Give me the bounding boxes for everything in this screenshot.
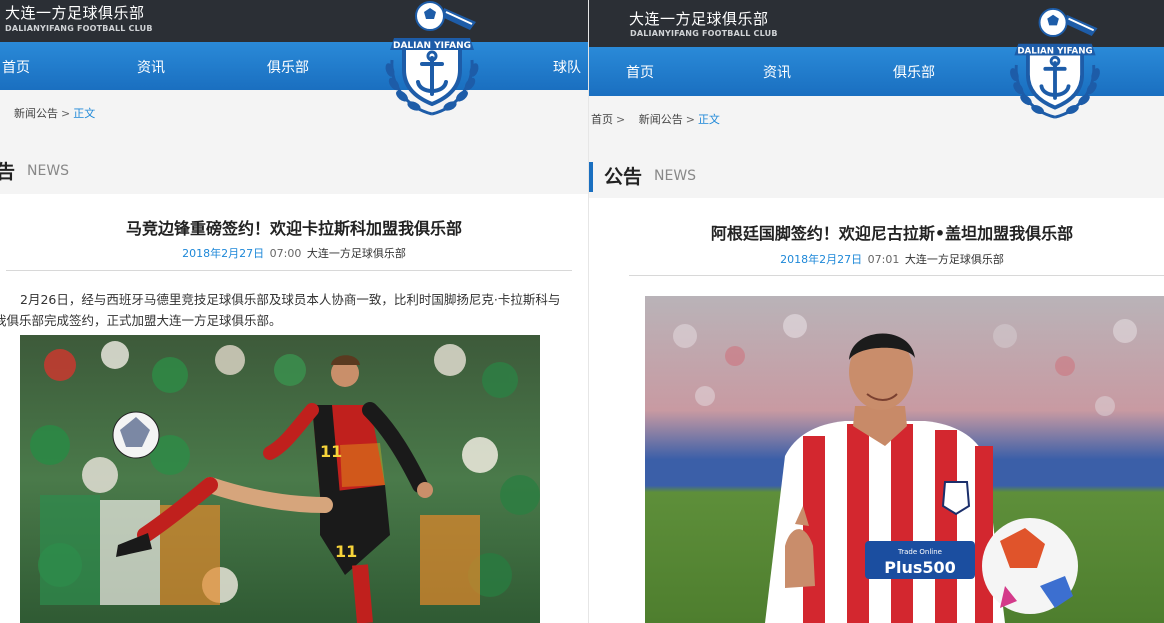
breadcrumb-current: 正文 (697, 113, 720, 126)
section-heading-cn: 告 (0, 161, 16, 183)
club-subtitle: DALIANYIFANG FOOTBALL CLUB (5, 24, 153, 33)
nav-team[interactable]: 球队 (553, 57, 581, 77)
club-name: 大连一方足球俱乐部 (629, 10, 769, 28)
article-paragraph-line: 2月26日，经与西班牙马德里竞技足球俱乐部及球员本人协商一致，比利时国脚扬尼克·… (20, 292, 561, 307)
article-card: 阿根廷国脚签约！欢迎尼古拉斯•盖坦加盟我俱乐部 2018年2月27日 07:01… (589, 198, 1164, 623)
svg-text:11: 11 (320, 442, 342, 461)
nav-home[interactable]: 首页 (626, 62, 654, 82)
article-body: 2月26日，经与西班牙马德里竞技足球俱乐部及球员本人协商一致，比利时国脚扬尼克·… (0, 289, 588, 333)
nav-news[interactable]: 资讯 (137, 57, 165, 77)
article-author: 大连一方足球俱乐部 (904, 253, 1004, 266)
section-heading: 告 NEWS (0, 157, 69, 184)
article-author: 大连一方足球俱乐部 (306, 247, 406, 260)
section-heading-en: NEWS (654, 167, 697, 184)
crest-text: DALIAN YIFANG (1017, 46, 1092, 56)
article-title: 马竞边锋重磅签约！欢迎卡拉斯科加盟我俱乐部 (125, 219, 462, 238)
article-date: 2018年2月27日 (780, 253, 863, 266)
breadcrumb: 新闻公告 > 正文 (14, 105, 95, 121)
svg-text:11: 11 (335, 542, 357, 561)
club-name: 大连一方足球俱乐部 (5, 4, 145, 22)
site-header: 大连一方足球俱乐部 DALIANYIFANG FOOTBALL CLUB (0, 0, 588, 42)
article-title: 阿根廷国脚签约！欢迎尼古拉斯•盖坦加盟我俱乐部 (710, 224, 1074, 243)
section-heading-cn: 公告 (604, 166, 643, 188)
left-page-view: 大连一方足球俱乐部 DALIANYIFANG FOOTBALL CLUB 首页 … (0, 0, 588, 623)
breadcrumb-home[interactable]: 首页 (591, 113, 613, 126)
article-meta: 2018年2月27日 07:00 大连一方足球俱乐部 (0, 245, 588, 261)
article-time: 07:00 (269, 247, 302, 260)
breadcrumb-separator: > (685, 113, 695, 126)
article-meta: 2018年2月27日 07:01 大连一方足球俱乐部 (619, 251, 1164, 267)
breadcrumb-separator: > (616, 113, 626, 126)
article-card: 马竞边锋重磅签约！欢迎卡拉斯科加盟我俱乐部 2018年2月27日 07:00 大… (0, 194, 588, 623)
article-photo-carrasco: 11 11 (20, 335, 540, 623)
main-nav: 首页 资讯 俱乐部 球队 (0, 42, 588, 90)
breadcrumb-news[interactable]: 新闻公告 (14, 107, 58, 120)
article-divider (6, 270, 572, 271)
breadcrumb-separator: > (61, 107, 71, 120)
club-subtitle: DALIANYIFANG FOOTBALL CLUB (630, 29, 778, 38)
section-heading-en: NEWS (27, 162, 70, 179)
right-page-view: 大连一方足球俱乐部 DALIANYIFANG FOOTBALL CLUB 首页 … (588, 0, 1164, 623)
club-crest-logo[interactable]: DALIAN YIFANG (372, 0, 492, 120)
section-heading: 公告 NEWS (589, 162, 696, 192)
article-divider (629, 275, 1164, 276)
nav-news[interactable]: 资讯 (763, 62, 791, 82)
article-paragraph-line: 我俱乐部完成签约，正式加盟大连一方足球俱乐部。 (0, 313, 282, 328)
sponsor-small-text: Trade Online (897, 548, 942, 556)
article-time: 07:01 (867, 253, 900, 266)
article-photo-gaitan: Trade Online Plus500 (645, 296, 1164, 623)
article-date: 2018年2月27日 (182, 247, 265, 260)
crest-text: DALIAN YIFANG (393, 41, 471, 51)
nav-club[interactable]: 俱乐部 (267, 57, 309, 77)
nav-home[interactable]: 首页 (2, 57, 30, 77)
breadcrumb: 首页 > 新闻公告 > 正文 (591, 111, 720, 127)
breadcrumb-news[interactable]: 新闻公告 (639, 113, 683, 126)
club-crest-logo[interactable]: DALIAN YIFANG (997, 4, 1113, 126)
breadcrumb-current: 正文 (73, 107, 96, 120)
nav-club[interactable]: 俱乐部 (893, 62, 935, 82)
sponsor-text: Plus500 (884, 558, 956, 577)
